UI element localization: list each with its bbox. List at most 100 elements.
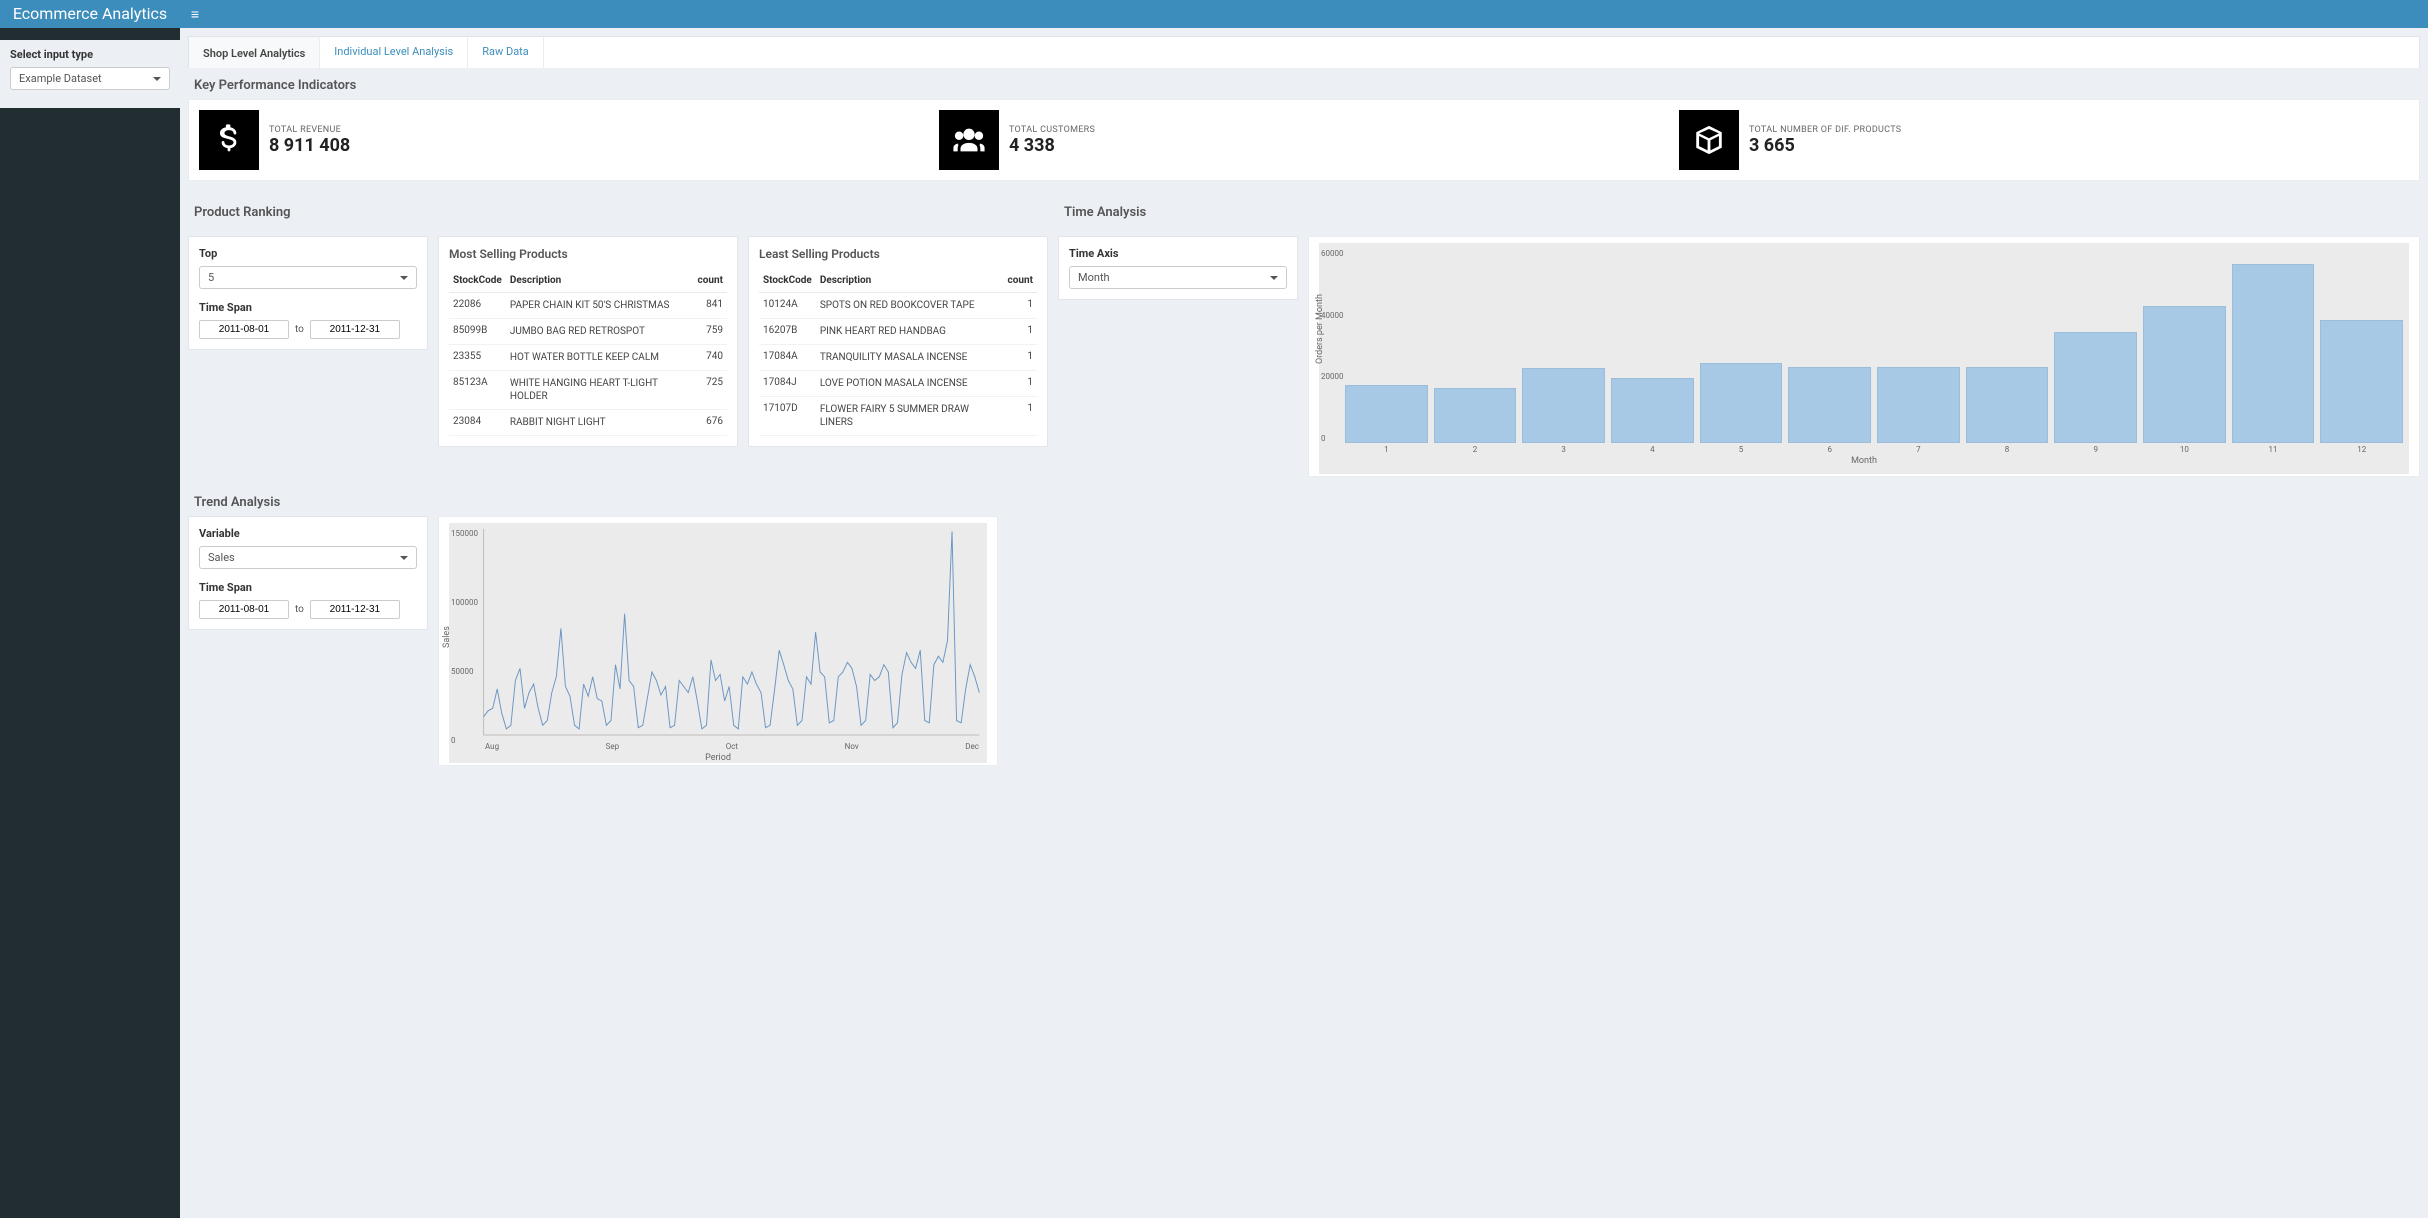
- col-description: Description: [816, 269, 1004, 293]
- menu-toggle-icon[interactable]: ≡: [180, 6, 210, 23]
- cell-count: 676: [694, 410, 727, 436]
- tab-raw-data[interactable]: Raw Data: [468, 37, 544, 68]
- bar: [1345, 385, 1428, 443]
- trend-date-from[interactable]: [199, 600, 289, 619]
- table-row: 17084JLOVE POTION MASALA INCENSE1: [759, 371, 1037, 397]
- kpi-panel: TOTAL REVENUE 8 911 408 TOTAL CUSTOMERS …: [188, 99, 2420, 181]
- bar-xtick: 12: [2320, 445, 2403, 454]
- chevron-down-icon: [400, 276, 408, 284]
- date-separator: to: [295, 324, 304, 335]
- cell-stockcode: 10124A: [759, 293, 816, 319]
- cell-description: PINK HEART RED HANDBAG: [816, 319, 1004, 345]
- cell-stockcode: 23355: [449, 345, 506, 371]
- bar: [1788, 367, 1871, 443]
- brand: Ecommerce Analytics: [0, 0, 180, 28]
- kpi-customers-label: TOTAL CUSTOMERS: [1009, 125, 1095, 135]
- kpi-section-title: Key Performance Indicators: [194, 78, 2420, 93]
- time-axis-label: Time Axis: [1069, 247, 1287, 260]
- trend-variable-select[interactable]: Sales: [199, 546, 417, 569]
- tab-shop-level[interactable]: Shop Level Analytics: [189, 37, 320, 68]
- ranking-date-from[interactable]: [199, 320, 289, 339]
- bar: [2143, 306, 2226, 443]
- least-selling-title: Least Selling Products: [759, 247, 1037, 261]
- trend-date-to[interactable]: [310, 600, 400, 619]
- col-stockcode: StockCode: [449, 269, 506, 293]
- most-selling-panel: Most Selling Products StockCode Descript…: [438, 236, 738, 447]
- kpi-revenue-value: 8 911 408: [269, 135, 350, 156]
- kpi-revenue: TOTAL REVENUE 8 911 408: [199, 110, 929, 170]
- bar: [2054, 332, 2137, 443]
- kpi-customers-value: 4 338: [1009, 135, 1095, 156]
- bar: [1700, 363, 1783, 443]
- cell-stockcode: 85123A: [449, 371, 506, 410]
- dollar-icon: [199, 110, 259, 170]
- time-controls: Time Axis Month: [1058, 236, 1298, 300]
- cell-count: 1: [1004, 371, 1037, 397]
- trend-controls: Variable Sales Time Span to: [188, 516, 428, 630]
- input-type-selected: Example Dataset: [19, 72, 102, 85]
- line-chart-panel: 150000100000500000 AugSepOctNovDec Perio…: [438, 516, 998, 766]
- cell-description: LOVE POTION MASALA INCENSE: [816, 371, 1004, 397]
- cell-stockcode: 23084: [449, 410, 506, 436]
- cell-stockcode: 17107D: [759, 397, 816, 436]
- cell-stockcode: 22086: [449, 293, 506, 319]
- col-stockcode: StockCode: [759, 269, 816, 293]
- kpi-products: TOTAL NUMBER OF DIF. PRODUCTS 3 665: [1679, 110, 2409, 170]
- input-type-select[interactable]: Example Dataset: [10, 67, 170, 90]
- users-icon: [939, 110, 999, 170]
- cell-stockcode: 85099B: [449, 319, 506, 345]
- topbar: Ecommerce Analytics ≡: [0, 0, 2428, 28]
- cell-count: 740: [694, 345, 727, 371]
- kpi-products-value: 3 665: [1749, 135, 1901, 156]
- time-analysis-title: Time Analysis: [1064, 205, 2420, 220]
- cell-description: JUMBO BAG RED RETROSPOT: [506, 319, 694, 345]
- date-separator: to: [295, 604, 304, 615]
- tab-individual[interactable]: Individual Level Analysis: [320, 37, 468, 68]
- line-chart-xlabel: Period: [449, 753, 987, 763]
- table-row: 85123AWHITE HANGING HEART T-LIGHT HOLDER…: [449, 371, 727, 410]
- chevron-down-icon: [400, 556, 408, 564]
- trend-timespan-label: Time Span: [199, 581, 417, 594]
- bar-chart-panel: 6000040000200000 123456789101112 Month O…: [1308, 236, 2420, 477]
- ranking-timespan-label: Time Span: [199, 301, 417, 314]
- time-axis-select[interactable]: Month: [1069, 266, 1287, 289]
- col-count: count: [1004, 269, 1037, 293]
- trend-variable-selected: Sales: [208, 551, 235, 564]
- bar: [1966, 367, 2049, 443]
- top-label: Top: [199, 247, 417, 260]
- bar-xtick: 11: [2232, 445, 2315, 454]
- bar-chart-ylabel: Orders per Month: [1315, 294, 1325, 364]
- cell-count: 1: [1004, 293, 1037, 319]
- table-row: 85099BJUMBO BAG RED RETROSPOT759: [449, 319, 727, 345]
- bar: [1611, 378, 1694, 443]
- most-selling-table: StockCode Description count 22086PAPER C…: [449, 269, 727, 436]
- cell-description: SPOTS ON RED BOOKCOVER TAPE: [816, 293, 1004, 319]
- bar-xtick: 7: [1877, 445, 1960, 454]
- product-ranking-title: Product Ranking: [194, 205, 1048, 220]
- cell-description: RABBIT NIGHT LIGHT: [506, 410, 694, 436]
- table-row: 17084ATRANQUILITY MASALA INCENSE1: [759, 345, 1037, 371]
- table-row: 23084RABBIT NIGHT LIGHT676: [449, 410, 727, 436]
- cell-count: 1: [1004, 319, 1037, 345]
- top-select[interactable]: 5: [199, 266, 417, 289]
- trend-variable-label: Variable: [199, 527, 417, 540]
- least-selling-panel: Least Selling Products StockCode Descrip…: [748, 236, 1048, 447]
- bar-xtick: 1: [1345, 445, 1428, 454]
- ranking-date-to[interactable]: [310, 320, 400, 339]
- cell-count: 1: [1004, 397, 1037, 436]
- col-count: count: [694, 269, 727, 293]
- box-icon: [1679, 110, 1739, 170]
- chevron-down-icon: [1270, 276, 1278, 284]
- cell-stockcode: 16207B: [759, 319, 816, 345]
- cell-count: 1: [1004, 345, 1037, 371]
- cell-count: 725: [694, 371, 727, 410]
- bar-chart-xlabel: Month: [1319, 454, 2409, 470]
- bar-xtick: 5: [1700, 445, 1783, 454]
- trend-analysis-title: Trend Analysis: [194, 495, 2420, 510]
- least-selling-table: StockCode Description count 10124ASPOTS …: [759, 269, 1037, 436]
- cell-stockcode: 17084J: [759, 371, 816, 397]
- most-selling-title: Most Selling Products: [449, 247, 727, 261]
- cell-stockcode: 17084A: [759, 345, 816, 371]
- cell-description: WHITE HANGING HEART T-LIGHT HOLDER: [506, 371, 694, 410]
- bar: [2320, 320, 2403, 443]
